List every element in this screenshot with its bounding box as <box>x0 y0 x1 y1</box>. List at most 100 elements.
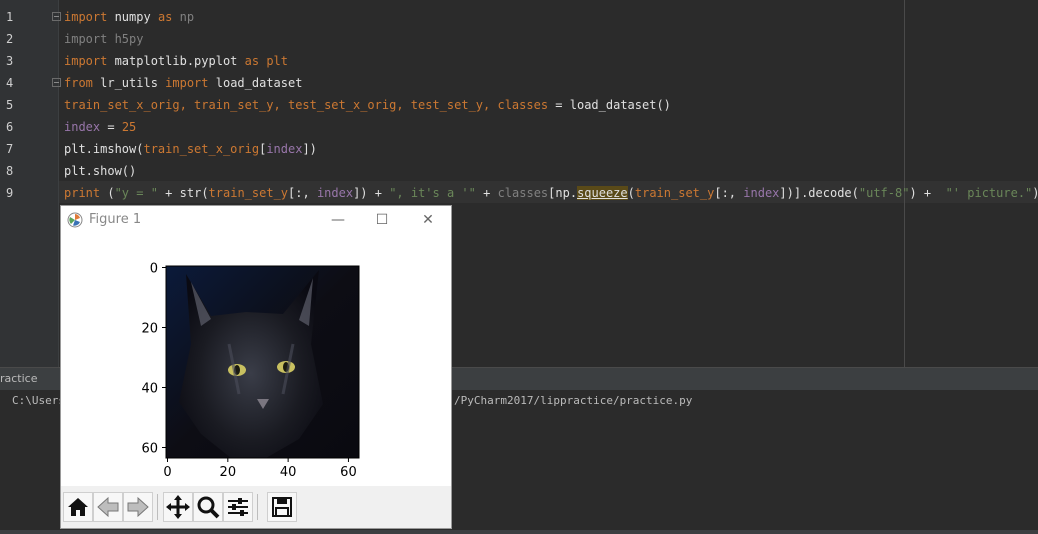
code-token: lr_utils <box>92 76 166 90</box>
code-token: import <box>64 10 108 24</box>
code-token: from <box>64 76 93 90</box>
code-line[interactable]: train_set_x_orig, train_set_y, test_set_… <box>64 94 671 116</box>
code-token: ]) <box>302 142 317 156</box>
fold-icon[interactable] <box>52 12 61 21</box>
code-token: = <box>100 120 122 134</box>
code-token: [np. <box>548 186 578 200</box>
zoom-button[interactable] <box>193 492 223 522</box>
save-button[interactable] <box>267 492 297 522</box>
line-number: 9 <box>6 186 14 200</box>
forward-button[interactable] <box>123 492 153 522</box>
code-token: import <box>64 54 108 68</box>
code-token: numpy <box>107 10 158 24</box>
code-token: train_set_x_orig <box>143 142 260 156</box>
home-button[interactable] <box>63 492 93 522</box>
image-plot[interactable]: 0 20 40 60 0 20 40 60 <box>61 234 451 486</box>
line-number: 8 <box>6 164 14 178</box>
toolbar-separator <box>257 494 258 520</box>
code-token: index <box>743 186 780 200</box>
code-token: ", it's a '" <box>389 186 476 200</box>
toolbar-separator <box>157 494 158 520</box>
code-token: classes <box>497 186 549 200</box>
console-path-right: /PyCharm2017/lippractice/practice.py <box>454 394 693 407</box>
code-token: index <box>316 186 354 200</box>
code-token: train_set_x_orig, train_set_y, test_set_… <box>64 98 549 112</box>
minimize-button[interactable]: — <box>323 210 353 230</box>
line-number: 6 <box>6 120 14 134</box>
close-button[interactable]: ✕ <box>413 210 443 230</box>
code-token: [:, <box>714 186 744 200</box>
code-token: ]) + <box>353 186 390 200</box>
line-number: 7 <box>6 142 14 156</box>
y-tick-label: 40 <box>141 382 158 397</box>
line-number: 3 <box>6 54 14 68</box>
zoom-icon <box>197 496 220 519</box>
pan-button[interactable] <box>163 492 193 522</box>
code-line[interactable]: import h5py <box>64 28 143 50</box>
code-token: "utf-8" <box>858 186 910 200</box>
code-token: ( <box>201 186 209 200</box>
line-number: 2 <box>6 32 14 46</box>
back-icon <box>97 496 119 518</box>
code-token: plt.imshow( <box>64 142 144 156</box>
code-token: str <box>179 186 202 200</box>
code-token: load_dataset() <box>569 98 671 112</box>
line-gutter: 1 2 3 4 5 6 7 8 9 <box>0 0 61 367</box>
back-button[interactable] <box>93 492 123 522</box>
code-line[interactable]: index = 25 <box>64 116 136 138</box>
line-number: 5 <box>6 98 14 112</box>
line-number: 1 <box>6 10 14 24</box>
code-token: index <box>266 142 303 156</box>
code-token: train_set_y <box>208 186 289 200</box>
code-token: [:, <box>288 186 317 200</box>
code-token: = <box>548 98 570 112</box>
configure-icon <box>228 498 248 516</box>
matplotlib-icon <box>67 212 83 228</box>
figure-titlebar[interactable]: Figure 1 — ☐ ✕ <box>61 206 451 234</box>
y-tick-label: 20 <box>141 322 158 337</box>
code-token: matplotlib.pyplot <box>107 54 245 68</box>
plot-image <box>166 266 359 458</box>
code-token: index <box>64 120 101 134</box>
run-tab-label[interactable]: ractice <box>0 372 38 385</box>
line-number: 4 <box>6 76 14 90</box>
code-token: train_set_y <box>634 186 715 200</box>
y-tick-label: 60 <box>141 442 158 457</box>
code-token: plt.show() <box>64 164 137 178</box>
maximize-button[interactable]: ☐ <box>367 210 397 230</box>
figure-toolbar <box>61 486 451 528</box>
code-token: plt <box>259 54 288 68</box>
code-token: as <box>157 10 173 24</box>
configure-button[interactable] <box>223 492 253 522</box>
code-token: ])].decode( <box>779 186 859 200</box>
code-token: ) <box>1032 186 1038 200</box>
code-token: "' picture." <box>938 186 1033 200</box>
code-token: np <box>172 10 195 24</box>
x-tick-label: 0 <box>163 465 171 480</box>
code-token: as <box>244 54 260 68</box>
figure-title: Figure 1 <box>89 212 142 227</box>
code-line[interactable]: plt.show() <box>64 160 136 182</box>
code-token: + <box>157 186 180 200</box>
code-line[interactable]: print ("y = " + str(train_set_y[:, index… <box>64 182 1038 204</box>
save-icon <box>272 497 292 517</box>
x-tick-label: 40 <box>280 465 297 480</box>
code-token: import <box>165 76 209 90</box>
figure-window[interactable]: Figure 1 — ☐ ✕ 0 20 40 60 0 20 40 60 <box>60 205 452 529</box>
fold-icon[interactable] <box>52 78 61 87</box>
home-icon <box>68 498 88 516</box>
code-token: squeeze <box>577 186 628 200</box>
move-icon <box>166 495 190 519</box>
forward-icon <box>127 496 149 518</box>
figure-canvas[interactable]: 0 20 40 60 0 20 40 60 <box>61 234 451 486</box>
code-token: ) + <box>909 186 939 200</box>
code-token: + <box>475 186 498 200</box>
y-tick-label: 0 <box>150 262 158 277</box>
code-line[interactable]: import numpy as np <box>64 6 194 28</box>
code-token: ( <box>627 186 635 200</box>
code-line[interactable]: from lr_utils import load_dataset <box>64 72 302 94</box>
code-line[interactable]: import matplotlib.pyplot as plt <box>64 50 288 72</box>
status-bar <box>0 530 1038 534</box>
code-line[interactable]: plt.imshow(train_set_x_orig[index]) <box>64 138 317 160</box>
code-token: import h5py <box>64 32 144 46</box>
